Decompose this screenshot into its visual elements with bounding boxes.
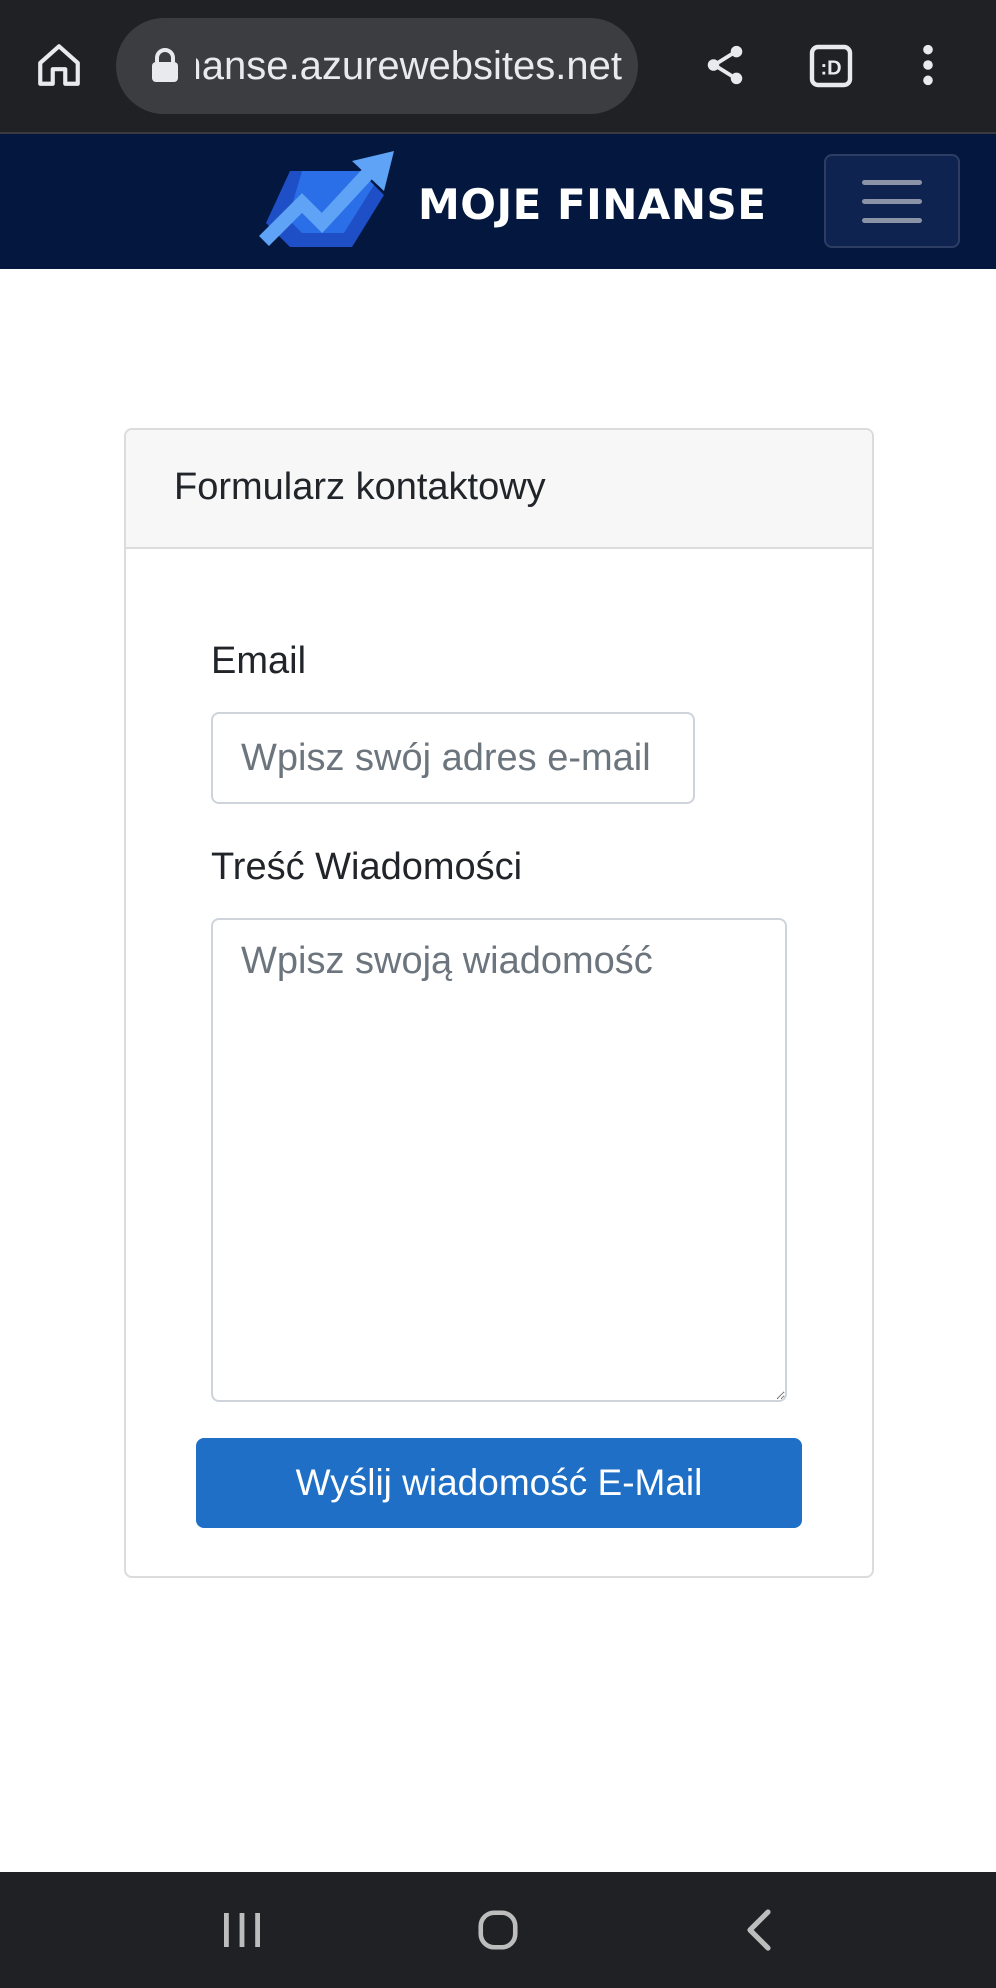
brand-name: MOJE FINANSE xyxy=(418,179,767,229)
svg-text::D: :D xyxy=(820,57,841,79)
card-header: Formularz kontaktowy xyxy=(126,430,872,549)
send-email-button[interactable]: Wyślij wiadomość E-Mail xyxy=(196,1438,802,1528)
back-chevron-icon[interactable] xyxy=(730,1902,790,1958)
browser-toolbar: finanse.azurewebsites.net :D xyxy=(0,0,996,134)
recents-icon[interactable] xyxy=(212,1902,272,1958)
address-bar[interactable]: finanse.azurewebsites.net xyxy=(116,18,638,114)
form-title: Formularz kontaktowy xyxy=(174,466,546,508)
contact-form-card: Formularz kontaktowy Email Treść Wiadomo… xyxy=(124,428,874,1578)
trend-arrow-logo xyxy=(259,151,394,247)
message-textarea[interactable] xyxy=(211,918,787,1402)
home-icon[interactable] xyxy=(28,34,90,96)
email-field[interactable] xyxy=(211,712,695,804)
share-icon[interactable] xyxy=(694,34,756,96)
hamburger-menu-icon[interactable] xyxy=(824,154,960,248)
brand-link[interactable]: MOJE FINANSE xyxy=(256,144,767,264)
message-label: Treść Wiadomości xyxy=(211,846,523,888)
url-text: finanse.azurewebsites.net xyxy=(196,44,622,88)
site-navbar: MOJE FINANSE xyxy=(0,134,996,269)
more-vert-icon[interactable] xyxy=(902,34,954,96)
lock-icon xyxy=(150,48,180,84)
tab-switcher-icon[interactable]: :D xyxy=(800,38,862,94)
email-label: Email xyxy=(211,640,307,682)
home-circle-icon[interactable] xyxy=(468,1902,528,1958)
system-nav-bar xyxy=(0,1872,996,1988)
